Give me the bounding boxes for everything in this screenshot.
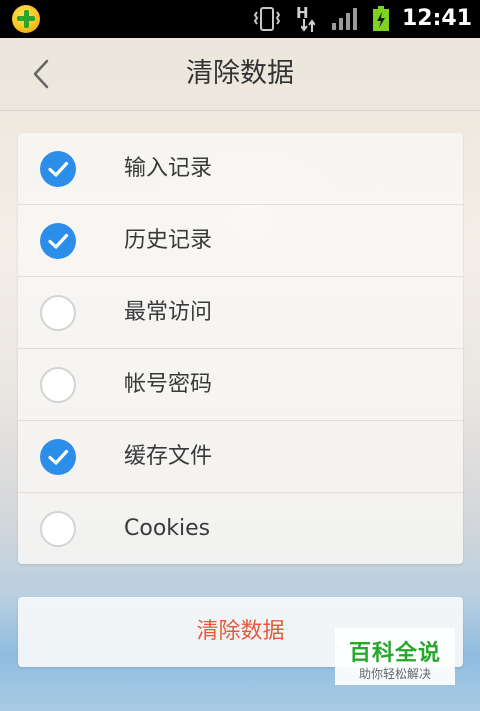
- status-bar: H 12:41: [0, 0, 480, 38]
- option-label: 最常访问: [124, 300, 213, 325]
- app-notification-icon: [12, 5, 40, 33]
- option-label: 历史记录: [124, 228, 213, 253]
- checkbox-checked[interactable]: [40, 223, 76, 259]
- option-account-passwords[interactable]: 帐号密码: [18, 349, 463, 421]
- option-label: Cookies: [124, 516, 211, 541]
- option-cookies[interactable]: Cookies: [18, 493, 463, 564]
- app-header: 清除数据: [0, 38, 480, 111]
- signal-icon: [332, 8, 357, 30]
- battery-charging-icon: [373, 6, 389, 31]
- option-input-history[interactable]: 输入记录: [18, 133, 463, 205]
- checkbox-unchecked[interactable]: [40, 511, 76, 547]
- watermark-title: 百科全说: [348, 641, 441, 666]
- checkbox-checked[interactable]: [40, 151, 76, 187]
- option-cache-files[interactable]: 缓存文件: [18, 421, 463, 493]
- clear-options-list: 输入记录 历史记录 最常访问 帐号密码 缓存文件 Cookies: [18, 133, 463, 564]
- page-title: 清除数据: [186, 58, 294, 89]
- option-label: 缓存文件: [124, 444, 213, 469]
- option-label: 帐号密码: [124, 372, 213, 397]
- watermark-logo: 百科全说 助你轻松解决: [335, 628, 455, 685]
- data-arrows-icon: H: [296, 4, 320, 34]
- checkbox-unchecked[interactable]: [40, 367, 76, 403]
- vibrate-icon: [253, 7, 281, 31]
- checkmark-icon: [48, 449, 69, 465]
- checkbox-unchecked[interactable]: [40, 295, 76, 331]
- checkbox-checked[interactable]: [40, 439, 76, 475]
- option-most-visited[interactable]: 最常访问: [18, 277, 463, 349]
- option-label: 输入记录: [124, 156, 213, 181]
- option-browsing-history[interactable]: 历史记录: [18, 205, 463, 277]
- checkmark-icon: [48, 233, 69, 249]
- checkmark-icon: [48, 161, 69, 177]
- status-time: 12:41: [402, 6, 473, 31]
- watermark-subtitle: 助你轻松解决: [358, 667, 431, 681]
